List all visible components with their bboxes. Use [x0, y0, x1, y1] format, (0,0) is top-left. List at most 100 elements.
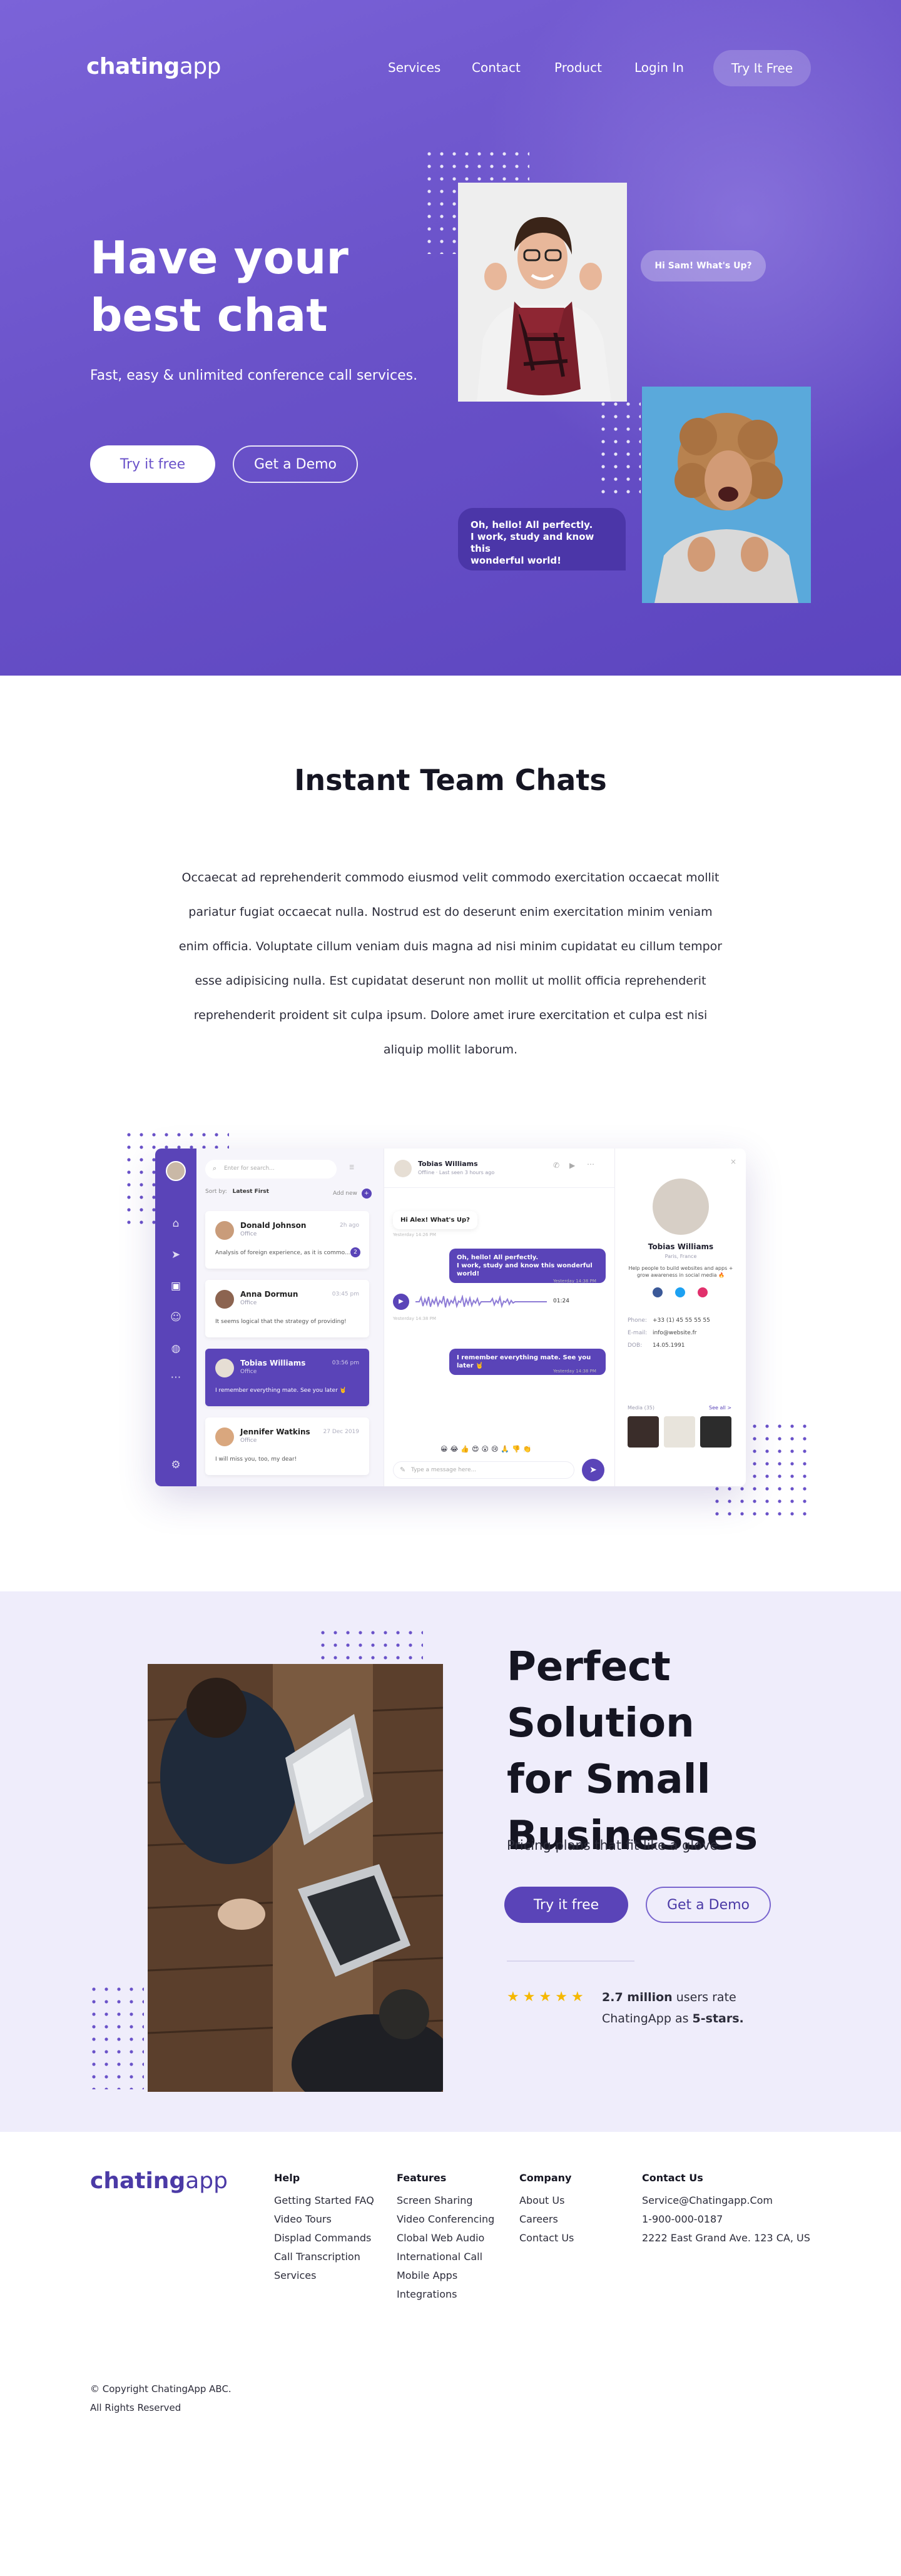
- footer-phone[interactable]: 1-900-000-0187: [642, 2210, 823, 2229]
- footer-link[interactable]: Services: [274, 2266, 399, 2285]
- mock-sidebar: ⌂ ➤ ▣ ☺ ◍ ⋯ ⚙: [155, 1149, 196, 1486]
- mock-search-input[interactable]: ⌕ Enter for search...: [205, 1160, 337, 1179]
- footer-column-title: Company: [519, 2172, 572, 2184]
- footer-link[interactable]: Screen Sharing: [397, 2191, 522, 2210]
- inbox-icon[interactable]: ▣: [170, 1280, 182, 1292]
- unread-badge: 2: [350, 1247, 360, 1257]
- rating-stars-text: 5-stars.: [692, 2012, 744, 2026]
- workspace-illustration: [148, 1664, 443, 2092]
- see-all-link[interactable]: See all >: [709, 1405, 731, 1411]
- home-icon[interactable]: ⌂: [170, 1217, 182, 1230]
- contact-role: Office: [240, 1438, 257, 1444]
- filter-icon[interactable]: ☰: [349, 1165, 354, 1171]
- header-try-free-button[interactable]: Try It Free: [713, 50, 811, 86]
- contact-last-message: I remember everything mate. See you late…: [215, 1387, 347, 1394]
- message-time: Yesterday 14:26 PM: [393, 1232, 436, 1237]
- hero-subtitle: Fast, easy & unlimited conference call s…: [90, 368, 418, 383]
- mock-sort[interactable]: Sort by: Latest First: [205, 1189, 269, 1195]
- mock-user-avatar[interactable]: [166, 1161, 186, 1181]
- attach-icon[interactable]: ✎: [400, 1466, 405, 1474]
- footer-link[interactable]: About Us: [519, 2191, 644, 2210]
- contact-role: Office: [240, 1231, 257, 1237]
- app-mockup: ⌂ ➤ ▣ ☺ ◍ ⋯ ⚙ ⌕ Enter for search... ☰ So…: [155, 1149, 746, 1486]
- phone-icon[interactable]: ✆: [553, 1161, 559, 1170]
- footer-logo[interactable]: chatingapp: [90, 2168, 228, 2194]
- nav-login[interactable]: Login In: [634, 60, 684, 75]
- avatar: [215, 1221, 234, 1240]
- footer-column-title: Help: [274, 2172, 300, 2184]
- contact-card[interactable]: Donald Johnson Office 2h ago Analysis of…: [205, 1211, 369, 1269]
- contact-card[interactable]: Jennifer Watkins Office 27 Dec 2019 I wi…: [205, 1417, 369, 1475]
- solution-photo-workspace: [148, 1664, 443, 2092]
- footer-link[interactable]: Mobile Apps: [397, 2266, 522, 2285]
- solution-dots-bottom: [88, 1983, 144, 2089]
- more-icon[interactable]: ⋯: [170, 1371, 182, 1384]
- solution-get-demo-button[interactable]: Get a Demo: [646, 1887, 771, 1923]
- footer-logo-light: app: [185, 2168, 228, 2194]
- voice-message[interactable]: ▶ 01:24: [393, 1292, 581, 1311]
- footer-link[interactable]: Getting Started FAQ: [274, 2191, 399, 2210]
- footer-link[interactable]: Integrations: [397, 2285, 522, 2304]
- nav-services[interactable]: Services: [388, 60, 440, 75]
- contact-name: Jennifer Watkins: [240, 1427, 310, 1436]
- footer-link[interactable]: Careers: [519, 2210, 644, 2229]
- footer-link[interactable]: International Call: [397, 2248, 522, 2266]
- contact-last-message: It seems logical that the strategy of pr…: [215, 1319, 347, 1325]
- rating-text: users rate: [672, 1990, 736, 2004]
- footer-address: 2222 East Grand Ave. 123 CA, US: [642, 2232, 810, 2244]
- media-thumbnail[interactable]: [628, 1416, 659, 1448]
- emoji-bar[interactable]: 😀😂👍😍😮😢🙏👎👏: [440, 1445, 534, 1453]
- video-icon[interactable]: ▶: [569, 1161, 575, 1170]
- mock-profile-panel: × Tobias Williams Paris, France Help peo…: [614, 1149, 746, 1486]
- copyright: © Copyright ChatingApp ABC. All Rights R…: [90, 2383, 232, 2413]
- close-icon[interactable]: ×: [730, 1157, 736, 1166]
- twitter-icon[interactable]: [675, 1287, 685, 1297]
- send-icon[interactable]: ➤: [170, 1249, 182, 1261]
- footer-link[interactable]: Video Tours: [274, 2210, 399, 2229]
- star-icon: ★: [539, 1989, 556, 2005]
- footer-link[interactable]: Call Transcription: [274, 2248, 399, 2266]
- contact-last-message: I will miss you, too, my dear!: [215, 1456, 297, 1463]
- nav-product[interactable]: Product: [554, 60, 602, 75]
- play-icon[interactable]: ▶: [393, 1294, 409, 1310]
- add-new-label: Add new: [333, 1190, 357, 1197]
- logo-bold-text: chating: [86, 54, 180, 79]
- send-button[interactable]: ➤: [582, 1459, 604, 1481]
- footer-column-features: Features Screen Sharing Video Conferenci…: [397, 2172, 522, 2304]
- hero-get-demo-button[interactable]: Get a Demo: [233, 445, 358, 483]
- settings-icon[interactable]: ⚙: [170, 1459, 182, 1471]
- notification-icon[interactable]: ◍: [170, 1342, 182, 1355]
- footer-email-link[interactable]: Service@Chatingapp.Com: [642, 2191, 823, 2210]
- hero-try-free-button[interactable]: Try it free: [90, 445, 215, 483]
- profile-bio: Help people to build websites and apps +…: [628, 1265, 733, 1278]
- message-time: Yesterday 14:38 PM: [553, 1369, 596, 1374]
- header-logo[interactable]: chatingapp: [86, 54, 221, 79]
- rating-line-1: 2.7 million users rate: [602, 1990, 736, 2004]
- hero-photo-woman-glasses: [458, 183, 627, 402]
- footer-link[interactable]: Clobal Web Audio: [397, 2229, 522, 2248]
- message-input[interactable]: ✎ Type a message here...: [393, 1461, 574, 1479]
- instagram-icon[interactable]: [698, 1287, 708, 1297]
- nav-contact[interactable]: Contact: [472, 60, 521, 75]
- media-thumbnail[interactable]: [700, 1416, 731, 1448]
- mock-add-new[interactable]: Add new +: [333, 1189, 372, 1199]
- team-chats-title: Instant Team Chats: [294, 763, 607, 797]
- media-thumbnail[interactable]: [664, 1416, 695, 1448]
- profile-dob: DOB: 14.05.1991: [628, 1342, 685, 1349]
- footer-link[interactable]: Displad Commands: [274, 2229, 399, 2248]
- star-icon: ★: [571, 1989, 588, 2005]
- contact-name: Tobias Williams: [240, 1359, 306, 1367]
- footer-link[interactable]: Contact Us: [519, 2229, 644, 2248]
- facebook-icon[interactable]: [653, 1287, 663, 1297]
- chat-header-divider: [384, 1187, 614, 1188]
- contact-time: 03:45 pm: [332, 1291, 359, 1297]
- footer-link[interactable]: Video Conferencing: [397, 2210, 522, 2229]
- users-icon[interactable]: ☺: [170, 1311, 182, 1324]
- contact-card[interactable]: Anna Dormun Office 03:45 pm It seems log…: [205, 1280, 369, 1337]
- avatar: [215, 1359, 234, 1377]
- contact-card-active[interactable]: Tobias Williams Office 03:56 pm I rememb…: [205, 1349, 369, 1406]
- more-options-icon[interactable]: ⋯: [587, 1160, 594, 1169]
- sort-label: Sort by:: [205, 1189, 227, 1195]
- mock-contact-list: ⌕ Enter for search... ☰ Sort by: Latest …: [196, 1149, 384, 1486]
- solution-try-free-button[interactable]: Try it free: [504, 1887, 628, 1923]
